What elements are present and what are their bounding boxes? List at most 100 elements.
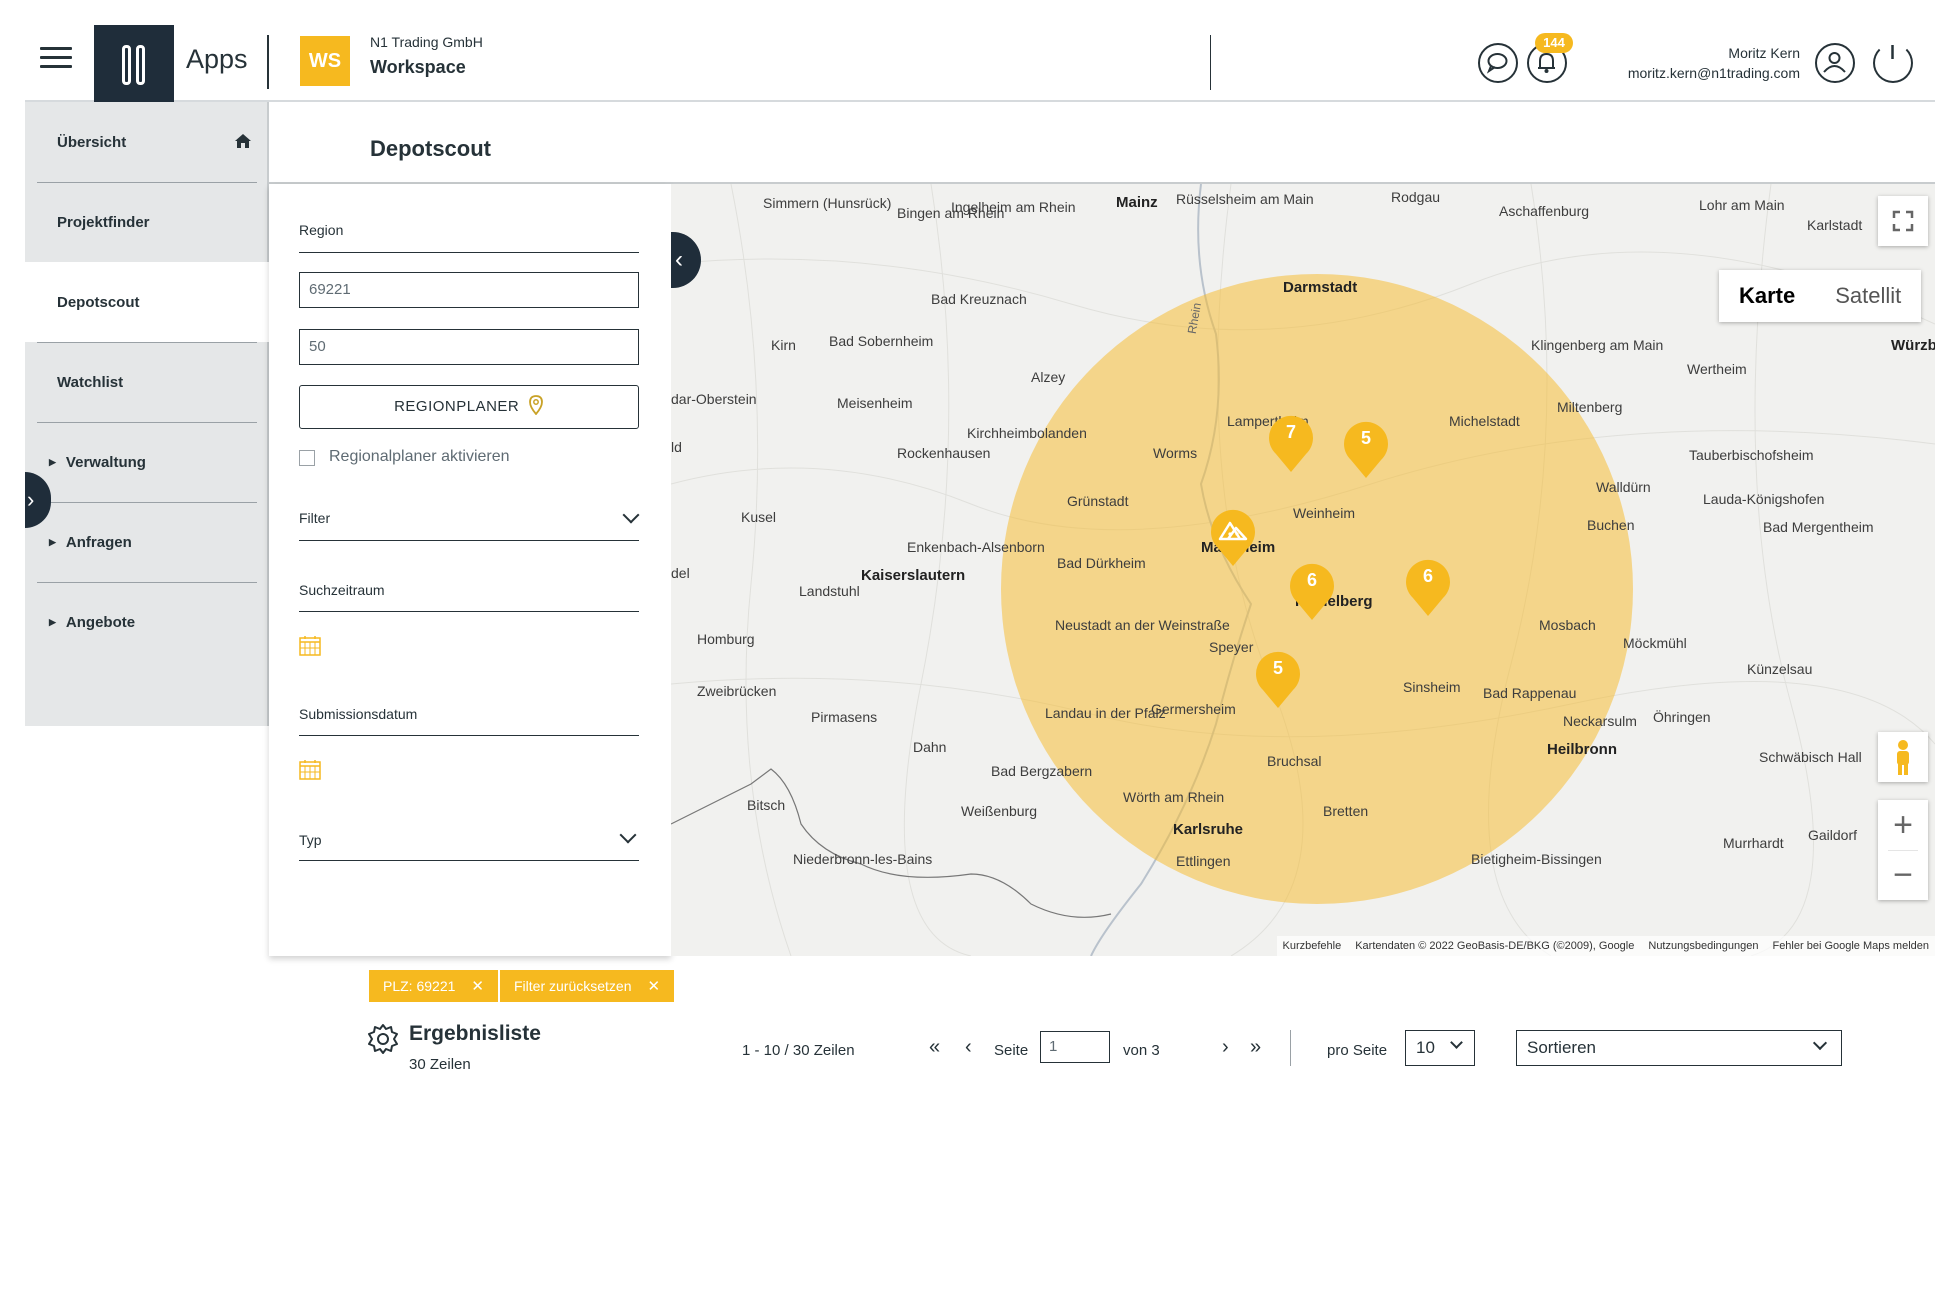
city-label: ld <box>671 439 682 455</box>
cluster-marker[interactable]: 6 <box>1283 554 1341 622</box>
filter-chip-reset[interactable]: Filter zurücksetzen ✕ <box>500 970 675 1002</box>
chip-label: PLZ: 69221 <box>383 978 456 994</box>
sidebar-item-uebersicht[interactable]: Übersicht <box>25 102 269 182</box>
notification-badge: 144 <box>1535 33 1573 53</box>
chip-label: Filter zurücksetzen <box>514 978 632 994</box>
city-label: Bietigheim-Bissingen <box>1471 851 1602 867</box>
prev-page-icon[interactable]: ‹ <box>965 1036 972 1059</box>
per-page-label: pro Seite <box>1327 1042 1388 1059</box>
cluster-count: 6 <box>1422 566 1433 586</box>
zoom-out-icon[interactable]: − <box>1878 850 1928 900</box>
sidebar-item-anfragen[interactable]: ▶ Anfragen <box>25 502 269 582</box>
apps-label[interactable]: Apps <box>186 44 248 75</box>
sidebar-item-label: Angebote <box>65 613 136 631</box>
city-label: Bad Dürkheim <box>1057 555 1146 571</box>
fullscreen-button[interactable] <box>1878 196 1928 246</box>
chevron-down-icon[interactable] <box>622 506 640 524</box>
filter-panel: Region 69221 50 REGIONPLANER Regionalpla… <box>269 184 671 956</box>
city-label: Gaildorf <box>1808 827 1858 843</box>
sidebar-item-watchlist[interactable]: Watchlist <box>25 342 269 422</box>
first-page-icon[interactable]: « <box>929 1036 940 1059</box>
city-label: Rüsselsheim am Main <box>1176 191 1314 207</box>
sidebar-item-angebote[interactable]: ▶ Angebote <box>25 582 269 662</box>
chevron-down-icon[interactable] <box>619 826 637 844</box>
city-label: Wörth am Rhein <box>1123 789 1225 805</box>
zip-input[interactable]: 69221 <box>299 272 639 308</box>
zoom-in-icon[interactable]: + <box>1878 800 1928 850</box>
city-label: Bruchsal <box>1267 753 1322 769</box>
city-label: Mosbach <box>1539 617 1596 633</box>
cluster-marker[interactable]: 7 <box>1262 406 1320 474</box>
filter-dropdown-label[interactable]: Filter <box>299 510 330 526</box>
sidebar-item-depotscout[interactable]: Depotscout <box>25 262 269 342</box>
filter-chip-plz[interactable]: PLZ: 69221 ✕ <box>369 970 498 1002</box>
sidebar-item-label: Verwaltung <box>65 453 146 471</box>
map-terms-link[interactable]: Nutzungsbedingungen <box>1648 940 1758 952</box>
settings-gear-icon[interactable] <box>367 1023 399 1055</box>
city-label: Rockenhausen <box>897 445 991 461</box>
regionplaner-button[interactable]: REGIONPLANER <box>299 385 639 429</box>
sidebar-item-projektfinder[interactable]: Projektfinder <box>25 182 269 262</box>
map[interactable]: Simmern (Hunsrück) Bingen am Rhein Ingel… <box>671 184 1935 956</box>
header-divider <box>1210 35 1211 90</box>
city-label: Meisenheim <box>837 395 913 411</box>
cluster-count: 5 <box>1360 428 1371 448</box>
map-type-karte[interactable]: Karte <box>1719 270 1815 322</box>
pegman-button[interactable] <box>1878 732 1928 782</box>
results-range: 1 - 10 / 30 Zeilen <box>742 1042 855 1059</box>
regionplaner-checkbox-label: Regionalplaner aktivieren <box>329 448 510 465</box>
map-report-link[interactable]: Fehler bei Google Maps melden <box>1772 940 1929 952</box>
sidebar-item-verwaltung[interactable]: ▶ Verwaltung <box>25 422 269 502</box>
page-input[interactable]: 1 <box>1040 1031 1110 1063</box>
city-label: Möckmühl <box>1623 635 1687 651</box>
radius-input[interactable]: 50 <box>299 329 639 365</box>
menu-icon[interactable] <box>40 47 72 69</box>
top-header: Apps WS N1 Trading GmbH Workspace 144 Mo… <box>25 0 1935 102</box>
user-name: Moritz Kern <box>1728 45 1800 61</box>
next-page-icon[interactable]: › <box>1222 1036 1229 1059</box>
city-label: Landau in der Pfalz <box>1045 705 1166 721</box>
sort-placeholder: Sortieren <box>1527 1038 1596 1057</box>
type-dropdown-label[interactable]: Typ <box>299 832 322 848</box>
city-label: Alzey <box>1031 369 1066 385</box>
calendar-icon[interactable] <box>299 636 321 656</box>
last-page-icon[interactable]: » <box>1250 1036 1261 1059</box>
cluster-marker[interactable]: 5 <box>1337 412 1395 480</box>
city-label: Rodgau <box>1391 189 1441 205</box>
caret-right-icon: ▶ <box>49 536 56 547</box>
city-label: Landstuhl <box>799 583 860 599</box>
chat-icon[interactable] <box>1478 43 1518 83</box>
pagination-divider <box>1290 1030 1291 1066</box>
city-label: del <box>671 565 690 581</box>
app-logo[interactable] <box>94 25 174 102</box>
city-label: Ettlingen <box>1176 853 1231 869</box>
home-icon <box>235 134 251 148</box>
page-total: von 3 <box>1123 1042 1160 1059</box>
regionplaner-checkbox[interactable] <box>299 450 315 466</box>
workspace-badge[interactable]: WS <box>300 36 350 86</box>
city-label: Ingelheim am Rhein <box>951 199 1076 215</box>
per-page-select[interactable]: 10 <box>1405 1030 1475 1066</box>
city-label: Karlstadt <box>1807 217 1863 233</box>
city-label: Enkenbach-Alsenborn <box>907 539 1045 555</box>
close-icon[interactable]: ✕ <box>471 978 484 995</box>
city-label: Tauberbischofsheim <box>1689 447 1814 463</box>
city-label: Karlsruhe <box>1173 821 1244 838</box>
map-shortcuts-link[interactable]: Kurzbefehle <box>1283 940 1342 952</box>
city-label: Sinsheim <box>1403 679 1461 695</box>
power-icon[interactable] <box>1873 43 1913 83</box>
home-location-marker[interactable] <box>1204 500 1262 568</box>
user-icon[interactable] <box>1815 43 1855 83</box>
cluster-count: 6 <box>1306 570 1317 590</box>
pegman-icon <box>1897 740 1909 775</box>
close-icon[interactable]: ✕ <box>647 978 660 995</box>
submission-underline <box>299 735 639 736</box>
city-label: Mainz <box>1116 194 1158 211</box>
cluster-marker[interactable]: 5 <box>1249 642 1307 710</box>
cluster-marker[interactable]: 6 <box>1399 550 1457 618</box>
sidebar-item-label: Übersicht <box>57 133 127 151</box>
calendar-icon[interactable] <box>299 760 321 780</box>
city-label: Bad Rappenau <box>1483 685 1577 701</box>
map-type-satellit[interactable]: Satellit <box>1815 270 1921 322</box>
sort-select[interactable]: Sortieren <box>1516 1030 1842 1066</box>
